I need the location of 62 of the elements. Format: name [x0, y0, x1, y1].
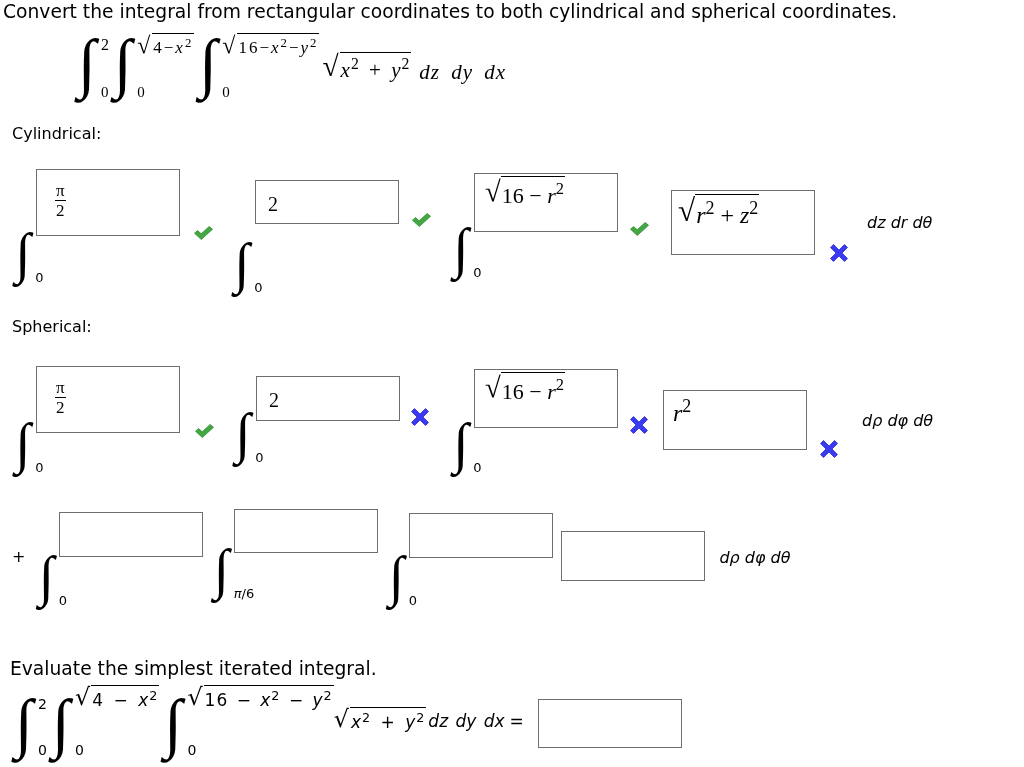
upper-limit: √4 − x$^{2}$ [75, 684, 160, 711]
lower-limit: π/6 [233, 586, 255, 601]
integral-sign: ∫ [159, 692, 188, 762]
integral-sign: ∫ [383, 550, 409, 611]
answer-box[interactable] [561, 531, 706, 581]
answer-box[interactable]: √16 − r$^{2}$ [474, 173, 618, 232]
lower-limit: 0 [222, 84, 230, 100]
lower-limit: 0 [75, 742, 85, 758]
question-text: Evaluate the simplest iterated integral. [10, 658, 377, 679]
integrand: √x$^{2}$ + y$^{2}$ [333, 706, 427, 733]
answer-box[interactable]: √16 − r$^{2}$ [474, 369, 618, 428]
integral-sign: ∫ [47, 692, 76, 762]
lower-limit: 0 [408, 593, 418, 608]
lower-limit: 0 [101, 84, 109, 100]
answer-box[interactable]: 2 [255, 180, 399, 224]
integral-sign: ∫ [230, 407, 256, 468]
answer-box[interactable] [537, 699, 682, 748]
answer-box[interactable]: π 2 [36, 366, 180, 433]
integral-sign: ∫ [73, 32, 102, 102]
lower-limit: 0 [255, 450, 264, 465]
differentials: dz dy dx [428, 711, 505, 731]
differentials: dz dr dθ [867, 213, 933, 233]
lower-limit: 0 [38, 742, 47, 758]
upper-limit: 2 [38, 696, 47, 712]
question-text: Convert the integral from rectangular coordinates to both cylindrical and spherical coordinates. [3, 1, 898, 22]
answer-box[interactable]: r$^{2}$ [663, 390, 807, 450]
integral-sign: ∫ [229, 237, 255, 298]
integral-sign: ∫ [10, 227, 36, 288]
differentials: dρ dφ dθ [719, 548, 791, 568]
integrand: √x$^{2}$ + y$^{2}$ [322, 50, 412, 83]
answer-box[interactable]: 2 [256, 376, 400, 421]
integral-sign: ∫ [10, 692, 39, 762]
integral-sign: ∫ [10, 417, 36, 478]
lower-limit: 0 [473, 265, 482, 280]
upper-limit: √16−x$^{2}$−y$^{2}$ [222, 32, 320, 59]
differentials: dz dy dx [419, 60, 507, 84]
upper-limit: 2 [101, 36, 110, 54]
integral-sign: ∫ [109, 32, 138, 102]
answer-box[interactable] [234, 509, 379, 553]
lower-limit: 0 [187, 742, 197, 758]
section-label: Cylindrical: [12, 124, 102, 143]
lower-limit: 0 [35, 270, 44, 285]
equals-sign: = [509, 711, 524, 731]
integral-sign: ∫ [448, 222, 474, 283]
answer-box[interactable] [409, 513, 554, 558]
upper-limit: √4−x$^{2}$ [137, 32, 195, 59]
lower-limit: 0 [35, 460, 44, 475]
differentials: dρ dφ dθ [862, 411, 934, 431]
integral-sign: ∫ [448, 417, 474, 478]
upper-limit: √16 − x$^{2}$ − y$^{2}$ [187, 684, 334, 711]
answer-box[interactable]: √r$^{2}$ + z$^{2}$ [671, 190, 815, 255]
answer-box[interactable]: π 2 [36, 169, 180, 236]
lower-limit: 0 [254, 280, 263, 295]
integral-sign: ∫ [208, 543, 234, 604]
integral-sign: ∫ [33, 550, 59, 611]
section-label: Spherical: [12, 317, 92, 336]
integral-sign: ∫ [194, 32, 223, 102]
lower-limit: 0 [137, 84, 145, 100]
lower-limit: 0 [473, 460, 482, 475]
plus-sign: + [12, 548, 26, 566]
lower-limit: 0 [58, 593, 68, 608]
answer-box[interactable] [59, 512, 204, 557]
